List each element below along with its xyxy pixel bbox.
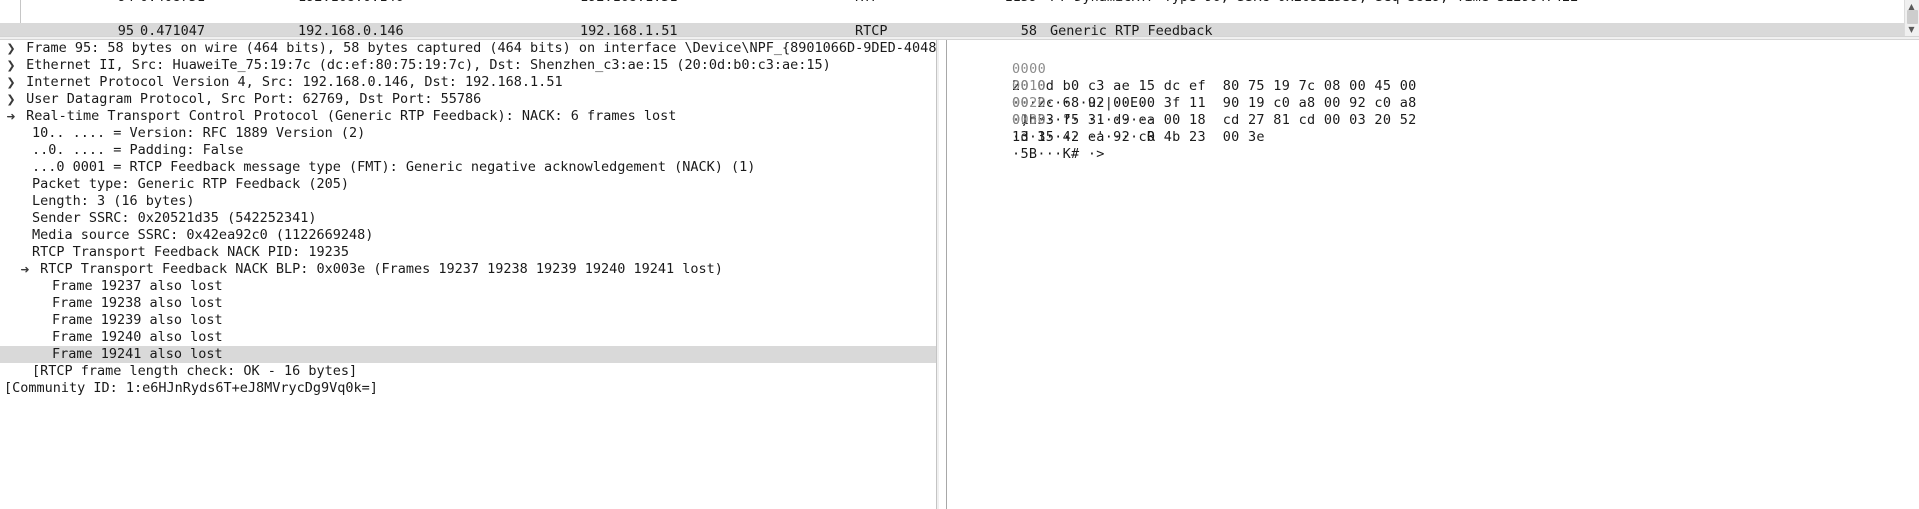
packet-proto: RTCP <box>855 23 888 36</box>
tree-item-label: Frame 19239 also lost <box>52 312 223 328</box>
packet-detail-pane[interactable]: ❯ Frame 95: 58 bytes on wire (464 bits),… <box>0 40 938 509</box>
packet-dest: 192.168.1.51 <box>580 23 678 36</box>
tree-item-label: ..0. .... = Padding: False <box>32 142 244 158</box>
packet-list-pane[interactable]: 94 0.408751 192.168.0.146 192.168.1.51 R… <box>0 0 1919 36</box>
tree-item-label: ...0 0001 = RTCP Feedback message type (… <box>32 159 756 175</box>
tree-item-label: [Community ID: 1:e6HJnRyds6T+eJ8MVrycDg9… <box>4 380 378 396</box>
tree-item-padding[interactable]: ..0. .... = Padding: False <box>0 142 937 159</box>
chevron-down-icon[interactable]: ➜ <box>18 261 32 278</box>
chevron-down-icon[interactable]: ➜ <box>4 108 18 125</box>
tree-item-media-source-ssrc[interactable]: Media source SSRC: 0x42ea92c0 (112266924… <box>0 227 937 244</box>
tree-item-label: Frame 19238 also lost <box>52 295 223 311</box>
tree-item-ethernet[interactable]: ❯ Ethernet II, Src: HuaweiTe_75:19:7c (d… <box>0 57 937 74</box>
hex-bytes: 00 2c 68 92 00 00 3f 11 90 19 c0 a8 00 9… <box>1012 95 1417 111</box>
packet-length: 1159 <box>1003 0 1037 6</box>
tree-item-label: Real-time Transport Control Protocol (Ge… <box>26 108 677 124</box>
packet-info: Generic RTP Feedback <box>1050 23 1213 36</box>
packet-dest: 192.168.1.51 <box>580 0 730 6</box>
tree-item-length-check[interactable]: [RTCP frame length check: OK - 16 bytes] <box>0 363 937 380</box>
packet-info: PT=DynamicRTP-Type 96, SSRC=0x20521D35, … <box>1050 0 1910 6</box>
tree-item-label: 10.. .... = Version: RFC 1889 Version (2… <box>32 125 366 141</box>
tree-item-sender-ssrc[interactable]: Sender SSRC: 0x20521d35 (542252341) <box>0 210 937 227</box>
packet-time: 0.471047 <box>140 23 206 36</box>
tree-item-label: Frame 95: 58 bytes on wire (464 bits), 5… <box>26 40 937 56</box>
tree-item-label: Frame 19240 also lost <box>52 329 223 345</box>
packet-length: 58 <box>1020 23 1037 36</box>
tree-item-lost-frame[interactable]: Frame 19238 also lost <box>0 295 937 312</box>
packet-bytes-pane[interactable]: 0000 20 0d b0 c3 ae 15 dc ef 80 75 19 7c… <box>939 40 1919 509</box>
chevron-right-icon[interactable]: ❯ <box>4 91 18 108</box>
tree-item-lost-frame[interactable]: Frame 19239 also lost <box>0 312 937 329</box>
chevron-right-icon[interactable]: ❯ <box>4 74 18 91</box>
scrollbar-thumb[interactable] <box>1907 10 1918 24</box>
hex-bytes: 01 33 f5 31 d9 ea 00 18 cd 27 81 cd 00 0… <box>1012 112 1417 128</box>
tree-item-lost-frame[interactable]: Frame 19240 also lost <box>0 329 937 346</box>
tree-item-frame[interactable]: ❯ Frame 95: 58 bytes on wire (464 bits),… <box>0 40 937 57</box>
tree-item-label: Media source SSRC: 0x42ea92c0 (112266924… <box>32 227 374 243</box>
hex-offset: 0010 <box>1012 78 1047 94</box>
tree-item-udp[interactable]: ❯ User Datagram Protocol, Src Port: 6276… <box>0 91 937 108</box>
tree-item-nack-blp[interactable]: ➜ RTCP Transport Feedback NACK BLP: 0x00… <box>0 261 937 278</box>
tree-item-label: Length: 3 (16 bytes) <box>32 193 195 209</box>
packet-list-scrollbar[interactable]: ▲ ▼ <box>1904 0 1919 36</box>
packet-no: 94 <box>78 0 134 6</box>
hex-ascii: ·5B···K# ·> <box>1012 146 1105 162</box>
hex-offset: 0000 <box>1012 61 1047 77</box>
table-row-selected[interactable]: 95 0.471047 192.168.0.146 192.168.1.51 R… <box>0 23 1919 36</box>
hex-offset: 0020 <box>1012 95 1047 111</box>
tree-item-rtcp[interactable]: ➜ Real-time Transport Control Protocol (… <box>0 108 937 125</box>
tree-item-nack-pid[interactable]: RTCP Transport Feedback NACK PID: 19235 <box>0 244 937 261</box>
hex-offset: 0030 <box>1012 112 1047 128</box>
chevron-right-icon[interactable]: ❯ <box>4 57 18 74</box>
tree-item-label: Internet Protocol Version 4, Src: 192.16… <box>26 74 563 90</box>
hex-row[interactable]: 0000 20 0d b0 c3 ae 15 dc ef 80 75 19 7c… <box>947 44 1416 111</box>
packet-source: 192.168.0.146 <box>298 0 448 6</box>
tree-item-label: Frame 19241 also lost <box>52 346 223 362</box>
tree-item-label: Ethernet II, Src: HuaweiTe_75:19:7c (dc:… <box>26 57 831 73</box>
tree-item-label: [RTCP frame length check: OK - 16 bytes] <box>32 363 358 379</box>
tree-item-lost-frame-selected[interactable]: Frame 19241 also lost <box>0 346 937 363</box>
packet-proto: RTP <box>855 0 935 6</box>
tree-item-label: Sender SSRC: 0x20521d35 (542252341) <box>32 210 317 226</box>
tree-item-packet-type[interactable]: Packet type: Generic RTP Feedback (205) <box>0 176 937 193</box>
packet-source: 192.168.0.146 <box>298 23 404 36</box>
tree-item-ipv4[interactable]: ❯ Internet Protocol Version 4, Src: 192.… <box>0 74 937 91</box>
tree-item-length[interactable]: Length: 3 (16 bytes) <box>0 193 937 210</box>
tree-item-label: RTCP Transport Feedback NACK PID: 19235 <box>32 244 349 260</box>
chevron-down-icon[interactable]: ▼ <box>1905 23 1918 36</box>
table-row[interactable]: 94 0.408751 192.168.0.146 192.168.1.51 R… <box>0 0 1919 6</box>
packet-time: 0.408751 <box>140 0 236 6</box>
tree-item-label: Packet type: Generic RTP Feedback (205) <box>32 176 349 192</box>
wireshark-window: 94 0.408751 192.168.0.146 192.168.1.51 R… <box>0 0 1919 509</box>
tree-item-fmt[interactable]: ...0 0001 = RTCP Feedback message type (… <box>0 159 937 176</box>
tree-item-label: User Datagram Protocol, Src Port: 62769,… <box>26 91 482 107</box>
hex-bytes: 1d 35 42 ea 92 c0 4b 23 00 3e <box>1012 129 1265 145</box>
tree-item-lost-frame[interactable]: Frame 19237 also lost <box>0 278 937 295</box>
tree-item-community-id[interactable]: [Community ID: 1:e6HJnRyds6T+eJ8MVrycDg9… <box>0 380 937 397</box>
hex-dump: 0000 20 0d b0 c3 ae 15 dc ef 80 75 19 7c… <box>947 44 1417 162</box>
packet-no: 95 <box>117 23 134 36</box>
hex-bytes: 20 0d b0 c3 ae 15 dc ef 80 75 19 7c 08 0… <box>1012 78 1417 94</box>
tree-item-label: RTCP Transport Feedback NACK BLP: 0x003e… <box>40 261 723 277</box>
tree-item-label: Frame 19237 also lost <box>52 278 223 294</box>
chevron-right-icon[interactable]: ❯ <box>4 40 18 57</box>
tree-item-version[interactable]: 10.. .... = Version: RFC 1889 Version (2… <box>0 125 937 142</box>
